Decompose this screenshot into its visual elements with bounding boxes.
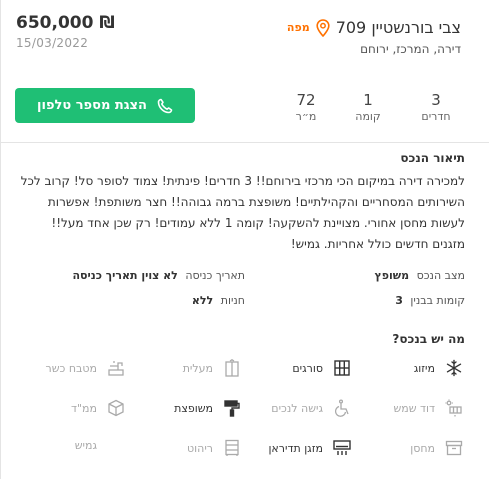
feature-renovated: משופצת [174, 399, 241, 417]
feature-bars: סורגים [292, 359, 351, 377]
listing-subtitle: דירה, המרכז, ירוחם [360, 42, 461, 56]
map-pin-icon[interactable] [316, 18, 330, 37]
feature-solar: דוד שמש [393, 399, 463, 417]
feature-ac-label: מיזוג [413, 361, 435, 375]
phone-icon [157, 98, 173, 113]
stat-rooms: 3 חדרים [408, 91, 464, 123]
feature-flexible-label: גמיש [74, 439, 97, 452]
stat-floor: 1 קומה [340, 91, 396, 123]
feature-storage-label: מחסן [410, 441, 435, 455]
shelter-box-icon [108, 399, 124, 417]
features-title: מה יש בנכס? [392, 332, 465, 346]
stat-area-label: מ״ר [295, 110, 317, 123]
feature-furniture: ריהוט [187, 439, 241, 457]
feature-ac: מיזוג [414, 359, 463, 377]
detail-parking-label: חניות [220, 294, 245, 307]
feature-tadiran: מזגן תדיראן [268, 439, 351, 457]
feature-solar-label: דוד שמש [393, 401, 435, 415]
listing-date: 15/03/2022 [16, 36, 89, 50]
detail-entry-date: תאריך כניסה לא צוין תאריך כניסה [72, 269, 245, 282]
description-title: תיאור הנכס [400, 151, 465, 165]
detail-condition-label: מצב הנכס [416, 269, 465, 282]
detail-entry-date-label: תאריך כניסה [185, 269, 245, 282]
listing-title: צבי בורנשטיין 709 [335, 18, 461, 37]
card-border [0, 0, 1, 479]
show-phone-label: הצגת מספר טלפון [37, 98, 147, 113]
window-bars-icon [334, 360, 350, 376]
feature-kosher-label: מטבח כשר [45, 361, 97, 375]
air-conditioner-icon [333, 440, 351, 455]
detail-building-floors-label: קומות בבנין [410, 294, 465, 307]
paint-roller-icon [224, 400, 240, 417]
detail-building-floors: קומות בבנין 3 [395, 294, 465, 307]
feature-shelter: ממ"ד [71, 399, 125, 417]
detail-condition-value: משופץ [374, 269, 410, 282]
detail-parking-value: ללא [191, 294, 214, 307]
feature-storage: מחסן [410, 439, 463, 457]
feature-accessibility: גישה לנכים [271, 399, 351, 417]
price: 650,000 ₪ [16, 13, 115, 33]
wheelchair-icon [334, 399, 349, 417]
detail-building-floors-value: 3 [395, 294, 403, 307]
detail-condition: מצב הנכס משופץ [375, 269, 466, 282]
detail-entry-date-value: לא צוין תאריך כניסה [72, 269, 178, 282]
stat-rooms-label: חדרים [421, 110, 451, 123]
feature-bars-label: סורגים [292, 361, 323, 375]
show-phone-button[interactable]: הצגת מספר טלפון [15, 88, 195, 123]
feature-accessibility-label: גישה לנכים [271, 401, 323, 415]
stat-floor-value: 1 [363, 91, 373, 109]
description-text: למכירה דירה במיקום הכי מרכזי בירוחם!! 3 … [20, 174, 465, 251]
listing-card: 650,000 ₪ 15/03/2022 צבי בורנשטיין 709 מ… [0, 0, 489, 479]
feature-shelter-label: ממ"ד [70, 401, 97, 415]
feature-elevator: מעלית [183, 359, 241, 377]
title-row: צבי בורנשטיין 709 מפה [287, 18, 461, 37]
snowflake-icon [446, 359, 462, 377]
detail-parking: חניות ללא [192, 294, 245, 307]
stat-floor-label: קומה [355, 110, 381, 123]
map-link[interactable]: מפה [287, 21, 310, 34]
feature-kosher: מטבח כשר [46, 359, 125, 377]
feature-renovated-label: משופצת [174, 401, 213, 415]
feature-tadiran-label: מזגן תדיראן [268, 441, 323, 455]
solar-heater-icon [445, 399, 462, 417]
stat-rooms-value: 3 [431, 91, 441, 109]
feature-flexible: גמיש [75, 439, 97, 452]
elevator-icon [225, 359, 239, 377]
feature-furniture-label: ריהוט [187, 441, 213, 455]
storage-box-icon [445, 440, 463, 456]
header-divider [0, 142, 489, 143]
feature-elevator-label: מעלית [182, 361, 213, 375]
furniture-icon [225, 439, 239, 456]
stat-area-value: 72 [296, 91, 316, 109]
faucet-icon [108, 361, 124, 376]
stat-area: 72 מ״ר [278, 91, 334, 123]
